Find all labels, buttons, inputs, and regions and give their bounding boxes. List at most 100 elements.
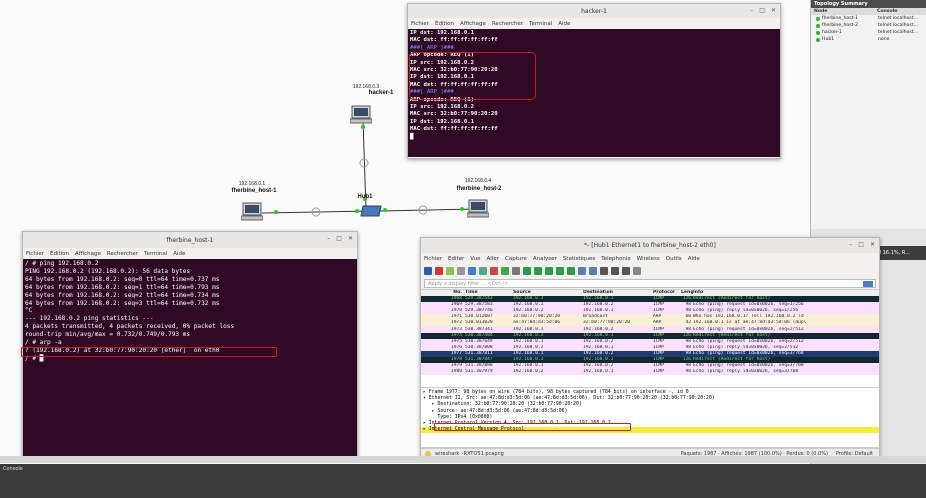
topology-console: telnet localhost... <box>878 23 918 28</box>
host2-node-computer-icon[interactable] <box>466 198 490 220</box>
menu-item[interactable]: Wireless <box>637 256 660 262</box>
hacker-node-computer-icon[interactable] <box>349 104 373 126</box>
packet-cell: 531.387979 <box>465 369 493 375</box>
reload-icon[interactable] <box>501 267 509 275</box>
menu-item[interactable]: Outils <box>666 256 682 262</box>
maximize-icon[interactable]: □ <box>759 7 765 14</box>
host1-node-computer-icon[interactable] <box>240 201 264 223</box>
hacker-node-label: hacker-1 <box>368 90 394 96</box>
topology-console: telnet localhost... <box>878 16 918 21</box>
menu-item[interactable]: Aide <box>558 21 570 27</box>
menu-item[interactable]: Rechercher <box>107 251 138 257</box>
colorize-icon[interactable] <box>589 267 597 275</box>
back-arrow-icon[interactable] <box>523 267 531 275</box>
menu-item[interactable]: Aide <box>173 251 185 257</box>
menu-item[interactable]: Fichier <box>26 251 44 257</box>
last-packet-icon[interactable] <box>567 267 575 275</box>
close-file-icon[interactable] <box>490 267 498 275</box>
menu-item[interactable]: Fichier <box>424 256 442 262</box>
resize-columns-icon[interactable] <box>633 267 641 275</box>
restart-capture-icon[interactable] <box>446 267 454 275</box>
menu-item[interactable]: Telephonie <box>601 256 630 262</box>
menu-item[interactable]: Aide <box>688 256 700 262</box>
stop-capture-icon[interactable] <box>435 267 443 275</box>
shark-fin-start-icon[interactable] <box>424 267 432 275</box>
topology-row[interactable]: Hub1 none <box>811 36 926 43</box>
host1-terminal-window[interactable]: fherbine_host-1 – □ ✕ Fichier Édition Affich… <box>21 231 358 459</box>
zoom-reset-icon[interactable] <box>622 267 630 275</box>
search-icon[interactable] <box>512 267 520 275</box>
terminal-line: 4 packets transmitted, 4 packets receive… <box>25 323 235 331</box>
terminal-line: 64 bytes from 192.168.0.2: seq=1 ttl=64 … <box>25 283 220 291</box>
terminal-line: ^C <box>25 307 33 315</box>
goto-packet-icon[interactable] <box>545 267 553 275</box>
wireshark-title: *- [Hub1 Ethernet1 to fherbine_host-2 et… <box>584 242 716 249</box>
forward-arrow-icon[interactable] <box>534 267 542 275</box>
packet-cell: 1980 <box>450 369 462 375</box>
wireshark-window[interactable]: *- [Hub1 Ethernet1 to fherbine_host-2 et… <box>420 237 880 459</box>
topology-row[interactable]: hacker-1 telnet localhost... <box>811 29 926 36</box>
wireshark-menubar: Fichier Editer Vue Aller Capture Analyser Stat… <box>421 253 879 264</box>
menu-item[interactable]: Editer <box>448 256 464 262</box>
terminal-line: IP src: 192.168.0.2 <box>410 104 474 111</box>
highlight-arp-request <box>409 52 536 100</box>
topology-node-name: fherbine_host-2 <box>822 23 858 28</box>
topology-summary-title: Topology Summary <box>811 0 926 8</box>
topology-node-name: hacker-1 <box>822 30 842 35</box>
menu-item[interactable]: Édition <box>50 251 69 257</box>
canvas-scrollbar[interactable] <box>0 456 926 463</box>
host1-node-label: fherbine_host-1 <box>231 188 277 194</box>
menu-item[interactable]: Aller <box>487 256 499 262</box>
menu-item[interactable]: Affichage <box>460 21 486 27</box>
close-icon[interactable]: ✕ <box>348 235 353 242</box>
menu-item[interactable]: Capture <box>505 256 527 262</box>
packet-row[interactable]: 1980 531.387979 192.168.0.2 192.168.0.1 ICMP… <box>421 369 879 376</box>
autoscroll-icon[interactable] <box>578 267 586 275</box>
hub-icon[interactable] <box>359 203 383 217</box>
topology-list: fherbine_host-1 telnet localhost... fherbi… <box>811 15 926 43</box>
topology-node-name: fherbine_host-1 <box>822 16 858 21</box>
menu-item[interactable]: Édition <box>435 21 454 27</box>
menu-item[interactable]: Terminal <box>144 251 167 257</box>
menu-item[interactable]: Terminal <box>529 21 552 27</box>
menu-item[interactable]: Analyser <box>533 256 557 262</box>
topology-row[interactable]: fherbine_host-2 telnet localhost... <box>811 22 926 29</box>
packet-cell: 98 <box>685 369 691 375</box>
node-status-icon <box>816 23 820 28</box>
menu-item[interactable]: Affichage <box>75 251 101 257</box>
node-status-icon <box>816 30 820 35</box>
topology-console: telnet localhost... <box>878 30 918 35</box>
save-file-icon[interactable] <box>479 267 487 275</box>
topology-row[interactable]: fherbine_host-1 telnet localhost... <box>811 15 926 22</box>
col-node-header: Node <box>814 9 828 14</box>
first-packet-icon[interactable] <box>556 267 564 275</box>
filter-bookmark-icon[interactable] <box>863 281 873 287</box>
close-icon[interactable]: ✕ <box>771 7 776 14</box>
minimize-icon[interactable]: – <box>750 7 753 14</box>
terminal-line: █ <box>410 133 414 140</box>
menu-item[interactable]: Vue <box>470 256 480 262</box>
options-gear-icon[interactable] <box>457 267 465 275</box>
host1-terminal-output[interactable]: / # ping 192.168.0.2 PING 192.168.0.2 (19… <box>23 259 357 458</box>
maximize-icon[interactable]: □ <box>336 235 342 242</box>
packet-list[interactable]: No.TimeSourceDestinationProtocolLengthIn… <box>421 289 879 387</box>
node-status-icon <box>816 16 820 21</box>
display-filter-input[interactable]: Apply a display filter … <Ctrl-/> <box>424 279 876 288</box>
topology-summary-panel: Topology Summary Node Console fherbine_h… <box>810 0 926 229</box>
zoom-out-icon[interactable] <box>611 267 619 275</box>
minimize-icon[interactable]: – <box>327 235 330 242</box>
maximize-icon[interactable]: □ <box>858 241 864 248</box>
packet-cell: 192.168.0.2 <box>513 369 544 375</box>
hacker-terminal-title: hacker-1 <box>581 7 607 15</box>
open-file-icon[interactable] <box>468 267 476 275</box>
zoom-in-icon[interactable] <box>600 267 608 275</box>
menu-item[interactable]: Statistiques <box>563 256 595 262</box>
minimize-icon[interactable]: – <box>849 241 852 248</box>
hacker-terminal-window[interactable]: hacker-1 – □ ✕ Fichier Édition Affichage Rech… <box>407 3 781 159</box>
packet-details-tree[interactable]: ▸ Frame 1977: 98 bytes on wire (784 bits… <box>421 387 879 447</box>
packet-cell: 192.168.0.1 <box>583 369 614 375</box>
close-icon[interactable]: ✕ <box>870 241 875 248</box>
menu-item[interactable]: Rechercher <box>492 21 523 27</box>
terminal-line: 64 bytes from 192.168.0.2: seq=2 ttl=64 … <box>25 291 220 299</box>
menu-item[interactable]: Fichier <box>411 21 429 27</box>
